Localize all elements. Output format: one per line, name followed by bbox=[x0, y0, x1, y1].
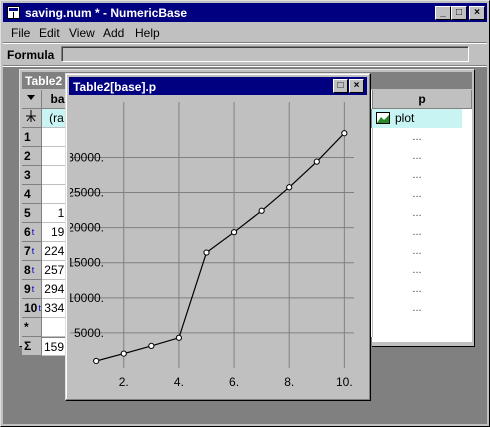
row-header-7[interactable]: 7t bbox=[22, 242, 42, 261]
formula-row-header[interactable] bbox=[22, 109, 42, 128]
x-tick-label: 6. bbox=[229, 375, 239, 389]
plot-window-title: Table2[base].p bbox=[73, 80, 157, 94]
data-point bbox=[313, 158, 320, 165]
formula-input[interactable] bbox=[61, 46, 469, 62]
column-header-p[interactable]: p bbox=[372, 90, 472, 109]
menu-separator bbox=[3, 42, 487, 44]
cell-p-7[interactable]: ... bbox=[372, 243, 462, 259]
plot-background bbox=[70, 96, 366, 396]
data-point bbox=[230, 229, 238, 236]
data-point bbox=[175, 334, 183, 341]
menu-edit[interactable]: Edit bbox=[39, 26, 60, 40]
p-column-divider bbox=[372, 128, 373, 337]
triangle-down-icon bbox=[27, 95, 35, 100]
title-bar[interactable]: saving.num * - NumericBase _ □ × bbox=[3, 3, 487, 22]
data-point bbox=[341, 130, 348, 137]
menu-add[interactable]: Add bbox=[103, 26, 124, 40]
x-tick-label: 8. bbox=[284, 375, 294, 389]
cell-p-2[interactable]: ... bbox=[372, 148, 462, 164]
formula-row-icon bbox=[26, 110, 36, 122]
cell-p-9[interactable]: ... bbox=[372, 281, 462, 297]
formula-cell-p[interactable]: plot bbox=[372, 109, 462, 128]
table-window-title: Table2 bbox=[25, 74, 63, 88]
row-header-8[interactable]: 8t bbox=[22, 261, 42, 280]
column-menu-button[interactable] bbox=[22, 90, 42, 109]
close-button[interactable]: × bbox=[469, 6, 485, 20]
data-point bbox=[120, 350, 127, 357]
sum-row-header[interactable]: Σ bbox=[22, 337, 42, 356]
row-header-5[interactable]: 5 bbox=[22, 204, 42, 223]
y-tick-label: 15000. bbox=[70, 256, 104, 270]
savings-line-chart: 2. 4. 6. 8. 10. 5000. 10000. 15000. 20000. 25000.… bbox=[70, 96, 366, 396]
maximize-button[interactable]: □ bbox=[451, 6, 467, 20]
data-point bbox=[258, 207, 265, 214]
data-point bbox=[203, 249, 210, 256]
row-header-9[interactable]: 9t bbox=[22, 280, 42, 299]
row-header-10[interactable]: 10t bbox=[22, 299, 42, 318]
cell-p-8[interactable]: ... bbox=[372, 262, 462, 278]
window-title: saving.num * - NumericBase bbox=[25, 6, 188, 20]
y-tick-label: 30000. bbox=[70, 150, 104, 164]
app-icon[interactable] bbox=[7, 6, 20, 19]
x-tick-label: 2. bbox=[119, 375, 129, 389]
row-header-1[interactable]: 1 bbox=[22, 128, 42, 147]
row-header-6[interactable]: 6t bbox=[22, 223, 42, 242]
plot-maximize-button[interactable]: □ bbox=[333, 79, 348, 93]
data-point bbox=[148, 342, 155, 349]
plot-cell-label: plot bbox=[395, 111, 415, 125]
menu-view[interactable]: View bbox=[69, 26, 95, 40]
row-header-3[interactable]: 3 bbox=[22, 166, 42, 185]
menu-bar: File Edit View Add Help bbox=[3, 23, 487, 43]
cell-p-10[interactable]: ... bbox=[372, 300, 462, 316]
y-tick-label: 10000. bbox=[70, 291, 104, 305]
minimize-button[interactable]: _ bbox=[435, 6, 451, 20]
menu-help[interactable]: Help bbox=[135, 26, 160, 40]
data-point bbox=[286, 184, 293, 191]
formula-label: Formula bbox=[7, 48, 55, 62]
mdi-client-area: Table2 ba p (ra 10 plot bbox=[3, 67, 487, 424]
x-tick-label: 10. bbox=[336, 375, 353, 389]
cell-p-4[interactable]: ... bbox=[372, 186, 462, 202]
cell-p-3[interactable]: ... bbox=[372, 167, 462, 183]
y-tick-label: 5000. bbox=[74, 326, 104, 340]
cell-p-6[interactable]: ... bbox=[372, 224, 462, 240]
menu-file[interactable]: File bbox=[11, 26, 30, 40]
y-tick-label: 20000. bbox=[70, 221, 104, 235]
cell-p-1[interactable]: ... bbox=[372, 129, 462, 145]
plot-icon bbox=[376, 112, 390, 124]
app-window: saving.num * - NumericBase _ □ × File Ed… bbox=[0, 0, 490, 427]
row-header-new[interactable]: * bbox=[22, 318, 42, 337]
row-header-2[interactable]: 2 bbox=[22, 147, 42, 166]
row-header-4[interactable]: 4 bbox=[22, 185, 42, 204]
plot-window-title-bar[interactable]: Table2[base].p □ × bbox=[69, 77, 367, 95]
cell-p-5[interactable]: ... bbox=[372, 205, 462, 221]
data-point bbox=[93, 357, 100, 365]
plot-close-button[interactable]: × bbox=[349, 79, 364, 93]
y-tick-label: 25000. bbox=[70, 186, 104, 200]
x-tick-label: 4. bbox=[174, 375, 184, 389]
plot-window[interactable]: Table2[base].p □ × 2. 4. 6. 8. 10. 5000. 10000… bbox=[65, 73, 371, 401]
